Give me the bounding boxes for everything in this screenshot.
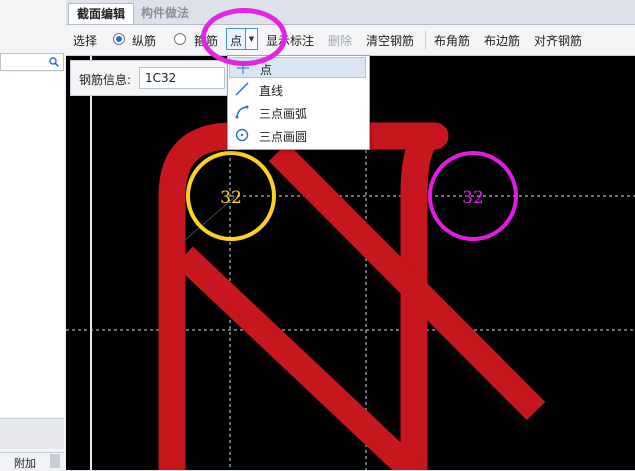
line-icon	[235, 82, 249, 96]
highlight-annotation-ring	[201, 8, 287, 66]
place-corner-rebar-button[interactable]: 布角筋	[434, 32, 470, 49]
toolbar-divider	[425, 31, 426, 49]
left-tree-list[interactable]	[0, 72, 64, 417]
clear-rebar-button[interactable]: 清空钢筋	[366, 32, 414, 49]
align-rebar-button[interactable]: 对齐钢筋	[534, 32, 582, 49]
rebar-label-right: 32	[462, 188, 484, 208]
tab-bar: 截面编辑 构件做法	[66, 0, 635, 25]
menu-item-label: 三点画弧	[259, 107, 308, 121]
select-button[interactable]: 选择	[73, 32, 97, 49]
menu-item-three-point-arc[interactable]: 三点画弧	[229, 102, 366, 123]
left-property-strip	[0, 418, 64, 449]
rebar-info-bar: 钢筋信息: 1C32	[70, 60, 230, 96]
scroll-arrow-icon[interactable]	[50, 454, 60, 468]
arc-icon	[235, 105, 249, 119]
menu-item-line[interactable]: 直线	[229, 79, 366, 100]
radio-longitudinal-label[interactable]: 纵筋	[132, 32, 156, 49]
delete-button[interactable]: 删除	[328, 32, 352, 49]
tab-component-method[interactable]: 构件做法	[133, 3, 197, 23]
stirrup-diagonal	[175, 246, 420, 470]
search-icon[interactable]	[49, 57, 59, 67]
place-edge-rebar-button[interactable]: 布边筋	[484, 32, 520, 49]
menu-item-label: 点	[260, 63, 273, 77]
menu-item-label: 三点画圆	[259, 130, 308, 144]
toolbar: 选择 纵筋 箍筋 点 ▼ 显示标注 删除 清空钢筋 布角筋 布边筋 对齐钢筋	[66, 25, 635, 56]
left-search-input[interactable]	[0, 53, 64, 71]
radio-longitudinal[interactable]	[113, 33, 125, 45]
draw-mode-dropdown: 点 直线 三点画弧 三点画圆	[227, 55, 370, 150]
menu-item-three-point-circle[interactable]: 三点画圆	[229, 125, 366, 146]
circle-icon	[235, 128, 249, 142]
left-bottom-tabbar: 附加	[0, 452, 64, 471]
radio-stirrup[interactable]	[174, 33, 186, 45]
tab-section-edit[interactable]: 截面编辑	[68, 3, 135, 24]
rebar-label-left: 32	[220, 188, 242, 208]
rebar-info-input[interactable]: 1C32	[139, 67, 225, 89]
rebar-info-label: 钢筋信息:	[79, 73, 132, 87]
tab-additional[interactable]: 附加	[14, 455, 36, 471]
menu-item-label: 直线	[259, 84, 284, 98]
